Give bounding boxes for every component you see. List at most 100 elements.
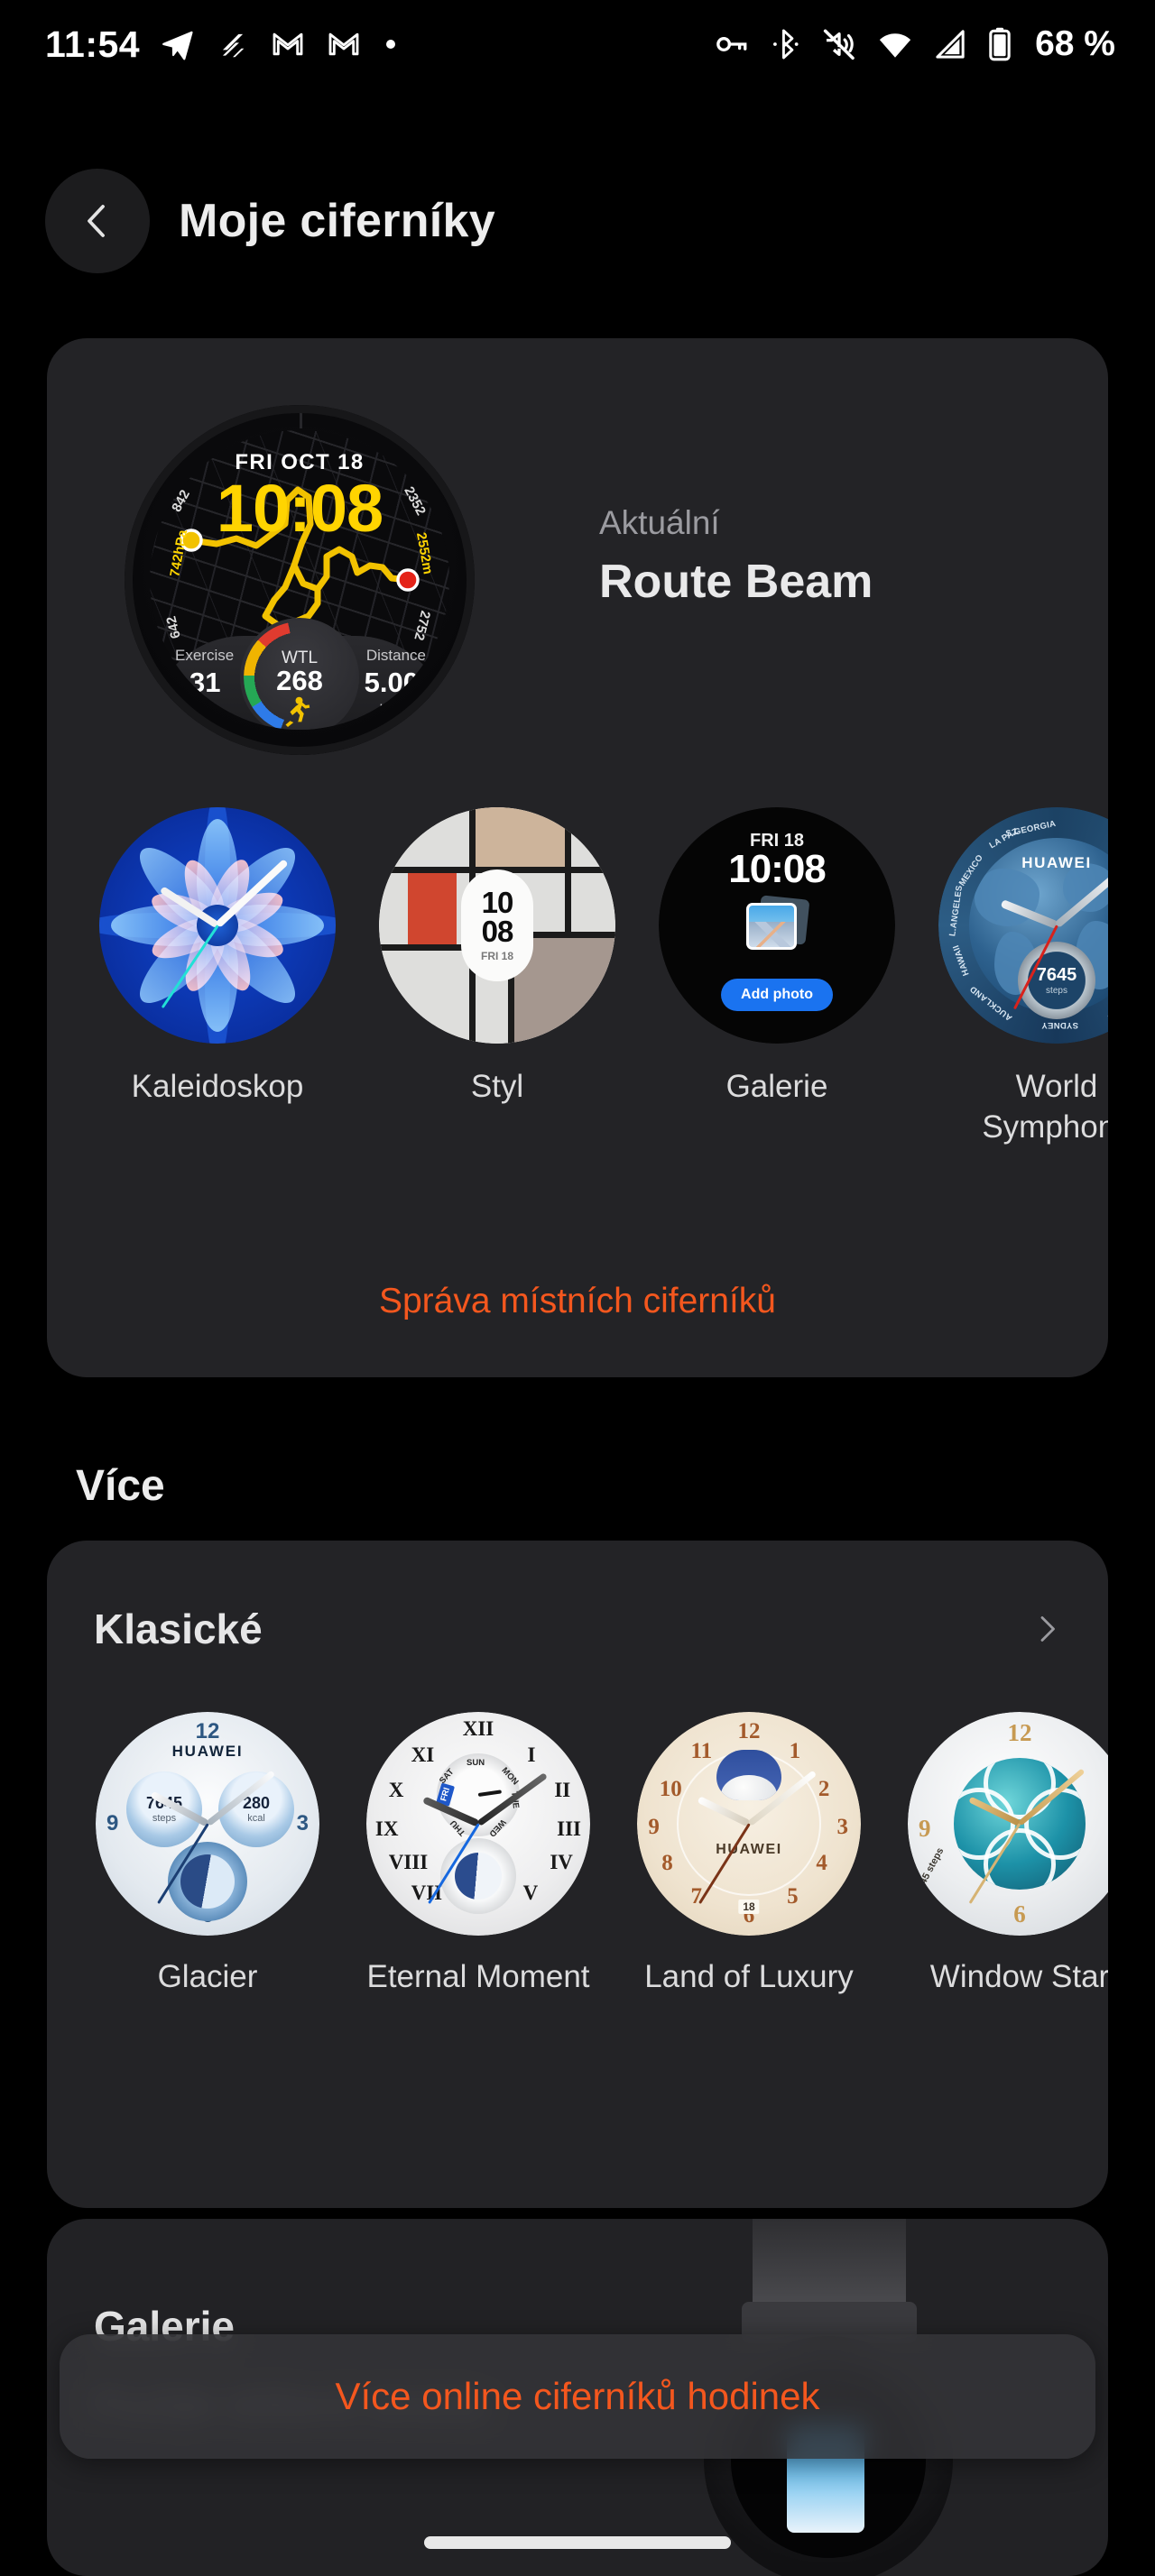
numeral-ix: IX xyxy=(374,1817,399,1840)
date-value: 18 xyxy=(738,1900,760,1914)
watchface-thumb: 12 3 6 9 Friday Oct 18 7645 step xyxy=(908,1712,1108,1936)
watchface-item-eternal-moment[interactable]: XII I II III IV V VII VIII IX X XI SAT S… xyxy=(343,1712,614,1998)
route-beam-face: FRI OCT 18 10:08 842 742hPa 642 2352 255… xyxy=(125,405,475,755)
current-watchface-card: FRI OCT 18 10:08 842 742hPa 642 2352 255… xyxy=(47,338,1108,1377)
watchface-thumb: 12 1 2 3 4 5 6 7 8 9 10 11 HUAWEI 18 xyxy=(637,1712,861,1936)
complication-label-distance: Distance xyxy=(365,647,426,664)
numeral-9: 9 xyxy=(919,1815,931,1843)
watchface-thumb: HUAWEI S.GEORGIA LONDON BEIJING SYDNEY A… xyxy=(938,807,1108,1044)
battery-icon xyxy=(989,27,1011,61)
city-label: SYDNEY xyxy=(1041,1020,1078,1030)
eternal-moment-art: XII I II III IV V VII VIII IX X XI SAT S… xyxy=(366,1712,590,1936)
face-dial: FRI OCT 18 10:08 842 742hPa 642 2352 255… xyxy=(150,430,449,730)
telegram-icon xyxy=(162,31,193,60)
land-of-luxury-art: 12 1 2 3 4 5 6 7 8 9 10 11 HUAWEI 18 xyxy=(637,1712,861,1936)
chevron-right-icon[interactable] xyxy=(1029,1611,1065,1647)
manage-local-watchfaces-link[interactable]: Správa místních ciferníků xyxy=(47,1282,1108,1321)
watchface-label: Kaleidoskop xyxy=(131,1069,304,1104)
numeral-11: 11 xyxy=(690,1738,713,1763)
watchface-label: Galerie xyxy=(725,1069,828,1104)
watchface-item-styl[interactable]: 10 08 FRI 18 Styl xyxy=(357,807,637,1148)
page-title: Moje ciferníky xyxy=(179,195,495,247)
date-text: Friday Oct 18 xyxy=(1078,1712,1108,1748)
numeral-v: V xyxy=(522,1881,539,1905)
add-photo-button[interactable]: Add photo xyxy=(721,979,833,1011)
cellular-signal-icon xyxy=(936,30,965,59)
watchface-item-galerie[interactable]: FRI 18 10:08 Add photo Galerie xyxy=(637,807,917,1148)
classic-watchfaces-card: Klasické 12 3 6 9 HUAWEI xyxy=(47,1541,1108,2208)
current-name: Route Beam xyxy=(599,556,873,608)
gmail-icon xyxy=(328,32,359,56)
complication-unit-distance: km xyxy=(379,703,399,718)
weekday-wed: WED xyxy=(486,1817,508,1839)
numeral-3: 3 xyxy=(836,1815,849,1840)
carousel-track: Kaleidoskop 10 08 FRI 18 Styl FRI 18 10:… xyxy=(47,807,1108,1148)
wifi-icon xyxy=(879,33,911,58)
more-online-watchfaces-label: Více online ciferníků hodinek xyxy=(335,2375,820,2417)
current-watchface-preview[interactable]: FRI OCT 18 10:08 842 742hPa 642 2352 255… xyxy=(125,405,475,755)
complication-value-exercise: 31 xyxy=(189,667,221,698)
numeral-xi: XI xyxy=(411,1743,435,1766)
wtl-gauge: WTL 268 xyxy=(240,618,359,730)
numeral-1: 1 xyxy=(789,1738,801,1763)
battery-percentage: 68 % xyxy=(1035,24,1115,63)
moonphase-subdial xyxy=(168,1842,247,1921)
watchface-item-land-of-luxury[interactable]: 12 1 2 3 4 5 6 7 8 9 10 11 HUAWEI 18 Lan… xyxy=(614,1712,884,1998)
complication-unit-exercise: min xyxy=(193,703,217,718)
gmail-icon xyxy=(273,32,303,56)
watchface-label: Eternal Moment xyxy=(366,1959,590,1994)
steps-value: 7645 xyxy=(1036,964,1077,985)
vpn-key-icon xyxy=(716,37,747,51)
classic-card-header[interactable]: Klasické xyxy=(47,1575,1108,1683)
brand-text: HUAWEI xyxy=(1021,854,1092,871)
numeral-5: 5 xyxy=(787,1883,799,1909)
brand-text: HUAWEI xyxy=(171,1743,244,1760)
photo-stack-icon xyxy=(746,895,810,953)
status-bar: 11:54 68 % xyxy=(0,0,1155,88)
classic-watchfaces-carousel[interactable]: 12 3 6 9 HUAWEI 7645 steps 280 kcal xyxy=(47,1712,1108,1998)
weekday-mon: MON xyxy=(499,1765,521,1788)
my-watchfaces-carousel[interactable]: Kaleidoskop 10 08 FRI 18 Styl FRI 18 10:… xyxy=(47,807,1108,1186)
moonphase-subdial xyxy=(716,1750,781,1800)
numeral-iii: III xyxy=(557,1817,581,1840)
runner-icon xyxy=(285,696,310,727)
numeral-12: 12 xyxy=(1007,1719,1032,1746)
numeral-xii: XII xyxy=(462,1717,494,1740)
mute-icon xyxy=(823,29,855,60)
back-button[interactable] xyxy=(45,169,150,273)
watchface-label: World Symphony xyxy=(982,1069,1108,1145)
watchface-label: Styl xyxy=(470,1069,524,1104)
time-capsule: 10 08 FRI 18 xyxy=(461,869,533,981)
classic-title: Klasické xyxy=(94,1605,263,1652)
numeral-12: 12 xyxy=(195,1719,220,1743)
numeral-ii: II xyxy=(554,1779,571,1802)
bluetooth-icon xyxy=(773,29,799,60)
date-text: FRI 18 xyxy=(480,950,513,963)
steps-label: steps xyxy=(152,1813,177,1824)
steps-subdial: 7645 steps xyxy=(126,1771,202,1847)
numeral-viii: VIII xyxy=(388,1850,429,1873)
watchface-item-glacier[interactable]: 12 3 6 9 HUAWEI 7645 steps 280 kcal xyxy=(72,1712,343,1998)
numeral-i: I xyxy=(527,1743,536,1766)
watchface-item-window-star[interactable]: 12 3 6 9 Friday Oct 18 7645 step xyxy=(884,1712,1108,1998)
watchface-item-world-symphony[interactable]: HUAWEI S.GEORGIA LONDON BEIJING SYDNEY A… xyxy=(917,807,1108,1148)
moonphase-subdial xyxy=(440,1838,516,1914)
minute-text: 08 xyxy=(481,914,514,948)
back-chevron-icon xyxy=(88,205,105,237)
weekday-sat: SAT xyxy=(437,1767,457,1786)
current-watchface-row: FRI OCT 18 10:08 842 742hPa 642 2352 255… xyxy=(47,385,1108,773)
phone-screen: 11:54 68 % Moje ciferníky FRI OCT 18 10:… xyxy=(0,0,1155,2576)
watchface-label: Window Star xyxy=(929,1959,1108,1994)
watchface-thumb: FRI 18 10:08 Add photo xyxy=(659,807,895,1044)
complication-label-exercise: Exercise xyxy=(175,647,235,664)
watchface-item-kaleidoskop[interactable]: Kaleidoskop xyxy=(78,807,357,1148)
more-online-watchfaces-button[interactable]: Více online ciferníků hodinek xyxy=(60,2334,1095,2459)
home-indicator[interactable] xyxy=(424,2536,731,2549)
watchface-label: Glacier xyxy=(157,1959,258,1994)
current-label: Aktuální xyxy=(599,504,720,541)
page-header: Moje ciferníky xyxy=(0,162,1155,280)
steps-label: steps xyxy=(1046,985,1067,996)
glacier-art: 12 3 6 9 HUAWEI 7645 steps 280 kcal xyxy=(96,1712,319,1936)
status-bar-right: 68 % xyxy=(712,24,1115,64)
face-time: 10:08 xyxy=(728,847,827,891)
